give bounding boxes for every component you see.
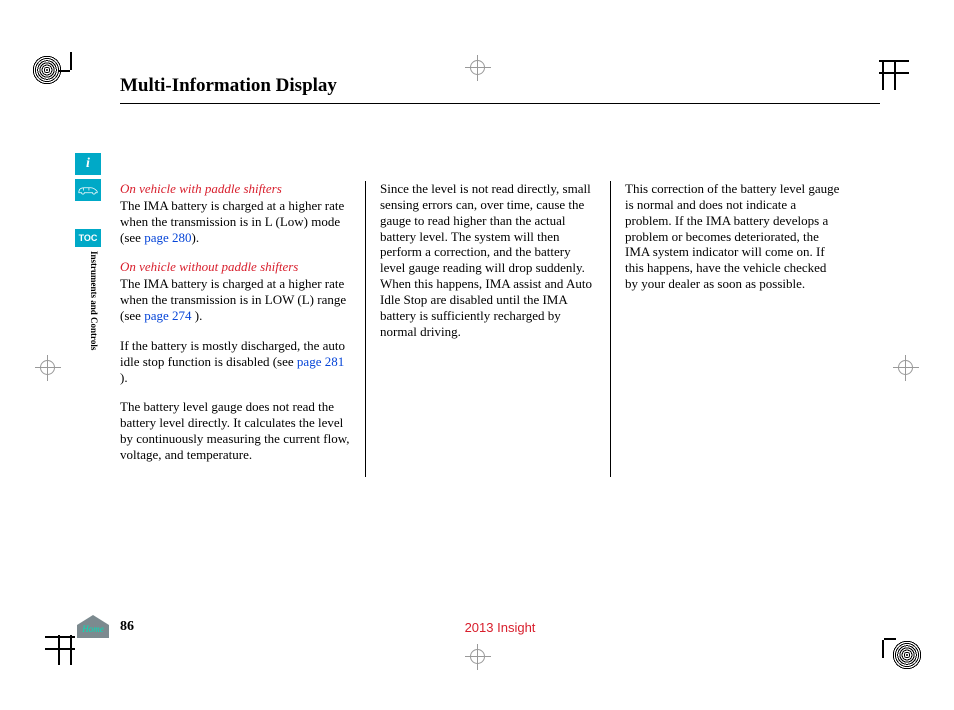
crop-mark [882,640,884,658]
column-3: This correction of the battery level gau… [610,181,855,477]
registration-mark-bottom [465,644,491,670]
paragraph: This correction of the battery level gau… [625,181,841,292]
page-footer: Home 86 2013 Insight [120,619,880,635]
crop-mark [879,60,909,62]
text-columns: On vehicle with paddle shifters The IMA … [120,181,855,477]
page-link-281[interactable]: page 281 [297,354,344,369]
paragraph: On vehicle without paddle shifters The I… [120,259,351,323]
page-content: Multi-Information Display i TOC Instrume… [75,75,880,635]
paragraph: If the battery is mostly discharged, the… [120,338,351,386]
page-link-274[interactable]: page 274 [144,308,191,323]
page-link-280[interactable]: page 280 [144,230,191,245]
body-text: ). [191,230,199,245]
condition-note: On vehicle without paddle shifters [120,259,351,275]
registration-mark-left [35,355,61,381]
crop-mark [884,638,896,640]
toc-button[interactable]: TOC [75,229,101,247]
home-button[interactable]: Home [75,613,111,639]
info-icon[interactable]: i [75,153,101,175]
paragraph: The battery level gauge does not read th… [120,399,351,462]
side-icon-bar: i TOC [75,153,101,247]
title-rule [120,103,880,104]
model-year-label: 2013 Insight [120,620,880,635]
crop-mark [879,72,909,74]
registration-mark-right [893,355,919,381]
registration-radial-br [892,640,922,670]
crop-mark [58,70,70,72]
crop-mark [58,635,60,665]
body-text: ). [120,370,128,385]
crop-mark [70,635,72,665]
column-2: Since the level is not read directly, sm… [365,181,610,477]
condition-note: On vehicle with paddle shifters [120,181,351,197]
crop-mark [894,60,896,90]
body-text: ). [191,308,202,323]
column-1: On vehicle with paddle shifters The IMA … [120,181,365,477]
paragraph: Since the level is not read directly, sm… [380,181,596,340]
page-title: Multi-Information Display [120,75,880,97]
crop-mark [882,60,884,90]
home-label: Home [81,624,104,634]
paragraph: On vehicle with paddle shifters The IMA … [120,181,351,245]
car-icon[interactable] [75,179,101,201]
crop-mark [70,52,72,70]
car-outline-icon [77,184,99,196]
section-label: Instruments and Controls [89,251,99,350]
